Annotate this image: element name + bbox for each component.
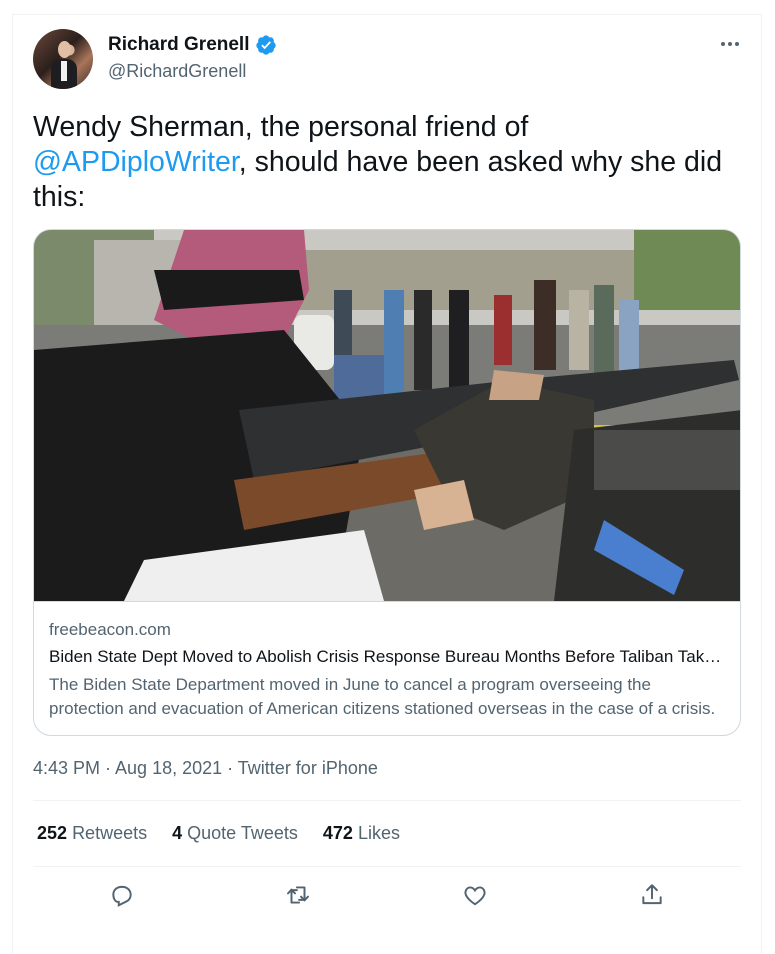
likes-stat[interactable]: 472 Likes bbox=[323, 823, 400, 844]
card-meta[interactable]: freebeacon.com Biden State Dept Moved to… bbox=[34, 601, 740, 735]
mention-link[interactable]: @APDiploWriter bbox=[33, 146, 239, 178]
card-title: Biden State Dept Moved to Abolish Crisis… bbox=[49, 647, 729, 666]
verified-badge-icon bbox=[255, 35, 276, 55]
avatar[interactable] bbox=[33, 29, 93, 89]
quotes-label: Quote Tweets bbox=[187, 823, 298, 843]
quotes-count: 4 bbox=[172, 823, 183, 843]
author-row: Richard Grenell bbox=[108, 34, 277, 56]
like-icon[interactable] bbox=[460, 880, 490, 910]
card-description: The Biden State Department moved in June… bbox=[49, 675, 716, 718]
retweets-stat[interactable]: 252 Retweets bbox=[37, 823, 147, 844]
reply-icon[interactable] bbox=[107, 880, 137, 910]
action-bar bbox=[33, 880, 741, 916]
tweet-text: Wendy Sherman, the personal friend of @A… bbox=[33, 110, 733, 215]
card-image[interactable] bbox=[34, 230, 740, 601]
timestamp[interactable]: 4:43 PM · Aug 18, 2021 · Twitter for iPh… bbox=[33, 758, 378, 779]
link-card[interactable]: freebeacon.com Biden State Dept Moved to… bbox=[33, 229, 741, 736]
retweets-label: Retweets bbox=[72, 823, 148, 843]
card-photo bbox=[34, 230, 740, 601]
retweets-count: 252 bbox=[37, 823, 68, 843]
engagement-stats: 252 Retweets 4 Quote Tweets 472 Likes bbox=[37, 823, 400, 844]
divider bbox=[33, 866, 741, 867]
author-handle[interactable]: @RichardGrenell bbox=[108, 61, 246, 82]
more-icon[interactable] bbox=[718, 34, 742, 54]
likes-label: Likes bbox=[357, 823, 400, 843]
card-domain: freebeacon.com bbox=[49, 620, 171, 639]
divider bbox=[33, 800, 741, 801]
tweet-text-part: Wendy Sherman, the personal friend of bbox=[33, 111, 529, 143]
quote-tweets-stat[interactable]: 4 Quote Tweets bbox=[172, 823, 298, 844]
share-icon[interactable] bbox=[637, 880, 667, 910]
retweet-icon[interactable] bbox=[283, 880, 313, 910]
author-name[interactable]: Richard Grenell bbox=[108, 34, 250, 56]
likes-count: 472 bbox=[322, 823, 353, 843]
